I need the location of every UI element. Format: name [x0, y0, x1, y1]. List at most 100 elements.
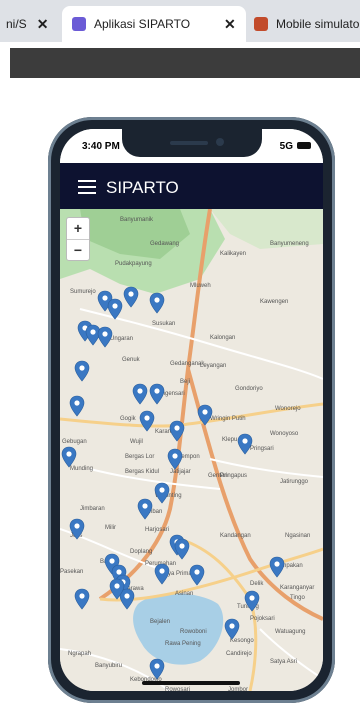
tab-label: ni/S	[6, 17, 27, 31]
place-label: Gondoriyo	[235, 386, 263, 392]
location-marker-icon[interactable]	[137, 498, 153, 520]
zoom-out-button[interactable]: −	[67, 240, 89, 261]
notch	[122, 129, 262, 157]
place-label: Klepu	[222, 437, 237, 443]
map-canvas[interactable]: Banyumanik Gedawang Kalikayen Banyumeneng Pu…	[60, 209, 323, 691]
place-label: Delik	[250, 581, 264, 587]
place-label: Sumurejo	[70, 289, 96, 295]
place-label: Milir	[105, 525, 116, 531]
place-label: Munding	[70, 466, 93, 472]
place-label: Wonorejo	[275, 406, 301, 412]
location-marker-icon[interactable]	[167, 448, 183, 470]
place-label: Doplang	[130, 549, 152, 555]
place-label: Genuk	[122, 357, 141, 363]
place-label: Ungaran	[110, 336, 133, 342]
place-label: Bergas Lor	[125, 454, 154, 460]
location-marker-icon[interactable]	[154, 563, 170, 585]
place-label: Karanganyar	[280, 585, 314, 591]
place-label: Pojoksari	[250, 616, 275, 622]
location-marker-icon[interactable]	[269, 556, 285, 578]
place-label: Pringapus	[220, 473, 247, 479]
place-label: Asinan	[175, 591, 193, 597]
minor-road	[259, 628, 323, 680]
place-label: Watuagung	[275, 629, 305, 635]
browser-tab-bar: ni/S ✕ Aplikasi SIPARTO ✕ Mobile simulat…	[0, 0, 360, 42]
lake	[133, 593, 224, 665]
place-label: Beji	[180, 379, 190, 385]
location-marker-icon[interactable]	[61, 446, 77, 468]
place-label: Mluweh	[190, 283, 211, 289]
location-marker-icon[interactable]	[74, 360, 90, 382]
phone-frame: 3:40 PM 5G SIPARTO Banyumanik Gedawang K…	[48, 117, 335, 703]
location-marker-icon[interactable]	[149, 292, 165, 314]
battery-icon	[297, 142, 311, 149]
place-label: Gedawang	[150, 241, 179, 247]
place-label: Kesongo	[230, 638, 254, 644]
shield-icon	[72, 17, 86, 31]
location-marker-icon[interactable]	[174, 538, 190, 560]
status-time: 3:40 PM	[82, 141, 120, 152]
phone-screen: 3:40 PM 5G SIPARTO Banyumanik Gedawang K…	[60, 129, 323, 691]
place-label: Kandangan	[220, 533, 251, 539]
location-marker-icon[interactable]	[149, 658, 165, 680]
location-marker-icon[interactable]	[224, 618, 240, 640]
place-label: Tingo	[290, 595, 305, 601]
place-label: Jombor	[228, 687, 248, 691]
location-marker-icon[interactable]	[123, 286, 139, 308]
place-label: Candirejo	[226, 651, 252, 657]
place-label: Jatirunggo	[280, 479, 309, 485]
location-marker-icon[interactable]	[74, 588, 90, 610]
place-label: Gogik	[120, 416, 137, 422]
place-label: Banyubiru	[95, 663, 122, 669]
place-label: Rowosari	[165, 687, 190, 691]
place-label: Bejalen	[150, 619, 170, 625]
place-label: Satya Asri	[270, 659, 297, 665]
place-label: Banyumeneng	[270, 241, 309, 247]
place-label: Gebugan	[62, 439, 87, 445]
place-label: Pasekan	[60, 569, 83, 575]
place-label: Rawa Pening	[165, 641, 201, 647]
location-marker-icon[interactable]	[189, 564, 205, 586]
castle-icon	[254, 17, 268, 31]
close-icon[interactable]: ✕	[37, 16, 49, 33]
place-label: Pringsari	[250, 446, 274, 452]
location-marker-icon[interactable]	[149, 383, 165, 405]
place-label: Jatijajar	[170, 469, 191, 475]
place-label: Bergas Kidul	[125, 469, 159, 475]
home-indicator	[142, 681, 240, 685]
browser-tab-active[interactable]: Aplikasi SIPARTO ✕	[62, 6, 246, 42]
place-label: Banyumanik	[120, 217, 154, 223]
map-view[interactable]: Banyumanik Gedawang Kalikayen Banyumeneng Pu…	[60, 209, 323, 691]
zoom-control: + −	[66, 217, 90, 261]
browser-toolbar	[0, 42, 360, 80]
speaker	[170, 141, 208, 145]
place-label: Wringin Putih	[210, 416, 246, 422]
place-label: Kalongan	[210, 335, 235, 341]
browser-tab[interactable]: ni/S ✕	[0, 6, 48, 42]
address-strip	[10, 48, 360, 78]
place-label: Kalikayen	[220, 251, 246, 257]
browser-tab[interactable]: Mobile simulato	[254, 6, 359, 42]
place-label: Leyangan	[200, 363, 226, 369]
location-marker-icon[interactable]	[139, 410, 155, 432]
place-label: Susukan	[152, 321, 175, 327]
app-header: SIPARTO	[60, 163, 323, 209]
place-label: Pudakpayung	[115, 261, 152, 267]
tab-label: Mobile simulato	[276, 17, 360, 31]
close-icon[interactable]: ✕	[224, 16, 236, 33]
app-title: SIPARTO	[106, 178, 179, 197]
network-indicator: 5G	[279, 141, 293, 152]
place-label: Ngrapah	[68, 651, 91, 657]
location-marker-icon[interactable]	[132, 383, 148, 405]
camera-icon	[216, 138, 224, 146]
place-label: Wujil	[130, 439, 143, 445]
place-label: Ngasinan	[285, 533, 310, 539]
location-marker-icon[interactable]	[69, 395, 85, 417]
zoom-in-button[interactable]: +	[67, 218, 89, 240]
place-label: Rowoboni	[180, 629, 207, 635]
location-marker-icon[interactable]	[154, 482, 170, 504]
place-label: Kawengen	[260, 299, 288, 305]
location-marker-icon[interactable]	[97, 326, 113, 348]
tab-label: Aplikasi SIPARTO	[94, 17, 191, 31]
menu-icon[interactable]	[78, 180, 96, 194]
